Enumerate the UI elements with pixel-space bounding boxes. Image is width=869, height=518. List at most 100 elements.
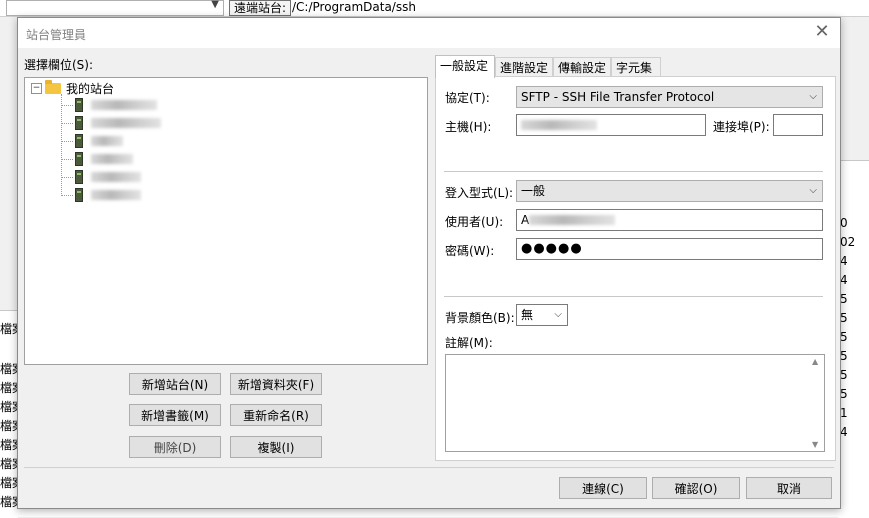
port-label: 連接埠(P): [713, 120, 770, 134]
tree-site-item[interactable] [61, 151, 133, 167]
local-file-type: 檔案 [0, 400, 18, 414]
remote-file-size: 4 [840, 425, 848, 439]
site-name-redacted [91, 136, 123, 146]
tree-connector [61, 158, 73, 160]
collapse-icon[interactable]: − [31, 82, 42, 94]
local-path-dropdown[interactable]: ▼ [6, 0, 224, 16]
user-input[interactable]: A [516, 209, 823, 231]
folder-icon [45, 79, 61, 94]
tree-connector [61, 194, 73, 196]
tree-connector [61, 104, 73, 106]
logon-type-select[interactable]: 一般 ⌵ [516, 180, 823, 202]
site-name-redacted [91, 100, 157, 110]
remote-site-label: 遠端站台: [229, 0, 292, 16]
remote-file-size: 5 [840, 292, 848, 306]
separator [444, 171, 823, 172]
tab-transfer[interactable]: 傳輸設定 [553, 57, 611, 77]
tree-site-item[interactable] [61, 133, 123, 149]
remote-file-size: 5 [840, 349, 848, 363]
tree-connector [61, 140, 73, 142]
site-name-redacted [91, 190, 141, 200]
server-icon [75, 152, 83, 166]
remote-file-size: 4 [840, 273, 848, 287]
bg-color-select[interactable]: 無 ⌵ [516, 304, 568, 326]
background-toolbar: ▼ 遠端站台: /C:/ProgramData/ssh [0, 0, 869, 17]
local-file-type: 檔案 [0, 419, 18, 433]
local-file-type: 檔案 [0, 381, 18, 395]
site-name-redacted [91, 172, 141, 182]
duplicate-button[interactable]: 複製(I) [230, 436, 322, 458]
separator [444, 296, 823, 297]
local-file-type: 檔案 [0, 457, 18, 471]
comments-textarea[interactable]: ▲ ▼ [445, 354, 825, 452]
logon-type-value: 一般 [521, 184, 546, 198]
logon-type-label: 登入型式(L): [445, 186, 514, 200]
tree-site-item[interactable] [61, 115, 161, 131]
protocol-select[interactable]: SFTP - SSH File Transfer Protocol ⌵ [516, 86, 823, 108]
general-settings-panel: 協定(T): SFTP - SSH File Transfer Protocol… [435, 76, 836, 461]
new-bookmark-button[interactable]: 新增書籤(M) [129, 404, 221, 426]
site-name-redacted [91, 154, 133, 164]
tree-site-item[interactable] [61, 169, 141, 185]
remote-file-size: 5 [840, 311, 848, 325]
local-file-type: 檔案 [0, 362, 18, 376]
remote-file-size: 0 [840, 216, 848, 230]
rename-button[interactable]: 重新命名(R) [230, 404, 322, 426]
tab-general[interactable]: 一般設定 [435, 55, 495, 78]
server-icon [75, 134, 83, 148]
tree-site-item[interactable] [61, 97, 157, 113]
server-icon [75, 116, 83, 130]
local-file-type: 檔案 [0, 495, 18, 509]
server-icon [75, 170, 83, 184]
local-file-type: 檔案 [0, 476, 18, 490]
user-label: 使用者(U): [445, 215, 504, 229]
host-input[interactable] [516, 114, 706, 136]
local-file-type: 檔案 [0, 322, 18, 336]
close-icon[interactable]: ✕ [812, 22, 832, 42]
comments-scrollbar[interactable]: ▲ ▼ [808, 355, 824, 451]
new-folder-button[interactable]: 新增資料夾(F) [230, 373, 322, 395]
site-name-redacted [91, 118, 161, 128]
chevron-down-icon: ⌵ [809, 91, 817, 102]
chevron-down-icon: ⌵ [809, 185, 817, 196]
protocol-value: SFTP - SSH File Transfer Protocol [521, 90, 715, 104]
server-icon [75, 188, 83, 202]
ok-button[interactable]: 確認(O) [652, 477, 740, 499]
tree-root-my-sites[interactable]: − 我的站台 [31, 79, 114, 96]
remote-file-size: 5 [840, 387, 848, 401]
remote-file-size: 5 [840, 368, 848, 382]
remote-file-size: 4 [840, 254, 848, 268]
user-value-prefix: A [521, 213, 530, 227]
dialog-title: 站台管理員 [26, 28, 87, 42]
tab-charset[interactable]: 字元集 [611, 57, 661, 77]
protocol-label: 協定(T): [445, 91, 490, 105]
site-manager-dialog: 站台管理員 ✕ 選擇欄位(S): − 我的站台 新增站台(N) 新增資料夾(F)… [17, 17, 841, 509]
host-label: 主機(H): [445, 120, 492, 134]
remote-file-size: 02 [840, 235, 856, 249]
footer-separator [24, 467, 834, 468]
new-site-button[interactable]: 新增站台(N) [129, 373, 221, 395]
scroll-up-icon[interactable]: ▲ [812, 357, 818, 366]
bg-color-value: 無 [521, 308, 534, 322]
host-value-redacted [521, 120, 597, 130]
delete-button[interactable]: 刪除(D) [129, 436, 221, 458]
remote-file-size: 5 [840, 330, 848, 344]
cancel-button[interactable]: 取消 [746, 477, 832, 499]
comments-label: 註解(M): [445, 336, 493, 350]
connect-button[interactable]: 連線(C) [559, 477, 647, 499]
scroll-down-icon[interactable]: ▼ [812, 440, 818, 449]
tree-connector [61, 122, 73, 124]
select-entry-label: 選擇欄位(S): [24, 58, 94, 72]
bg-color-label: 背景顏色(B): [445, 311, 515, 325]
chevron-down-icon: ▼ [211, 0, 219, 10]
server-icon [75, 98, 83, 112]
local-file-type: 檔案 [0, 438, 18, 452]
site-tree[interactable]: − 我的站台 [24, 77, 428, 365]
user-value-redacted [529, 215, 616, 225]
dialog-titlebar: 站台管理員 ✕ [18, 18, 840, 48]
remote-path-value[interactable]: /C:/ProgramData/ssh [292, 0, 416, 16]
port-input[interactable] [773, 114, 823, 136]
password-input[interactable]: ●●●●● [516, 238, 823, 260]
tab-advanced[interactable]: 進階設定 [495, 57, 553, 77]
tree-site-item[interactable] [61, 187, 141, 203]
